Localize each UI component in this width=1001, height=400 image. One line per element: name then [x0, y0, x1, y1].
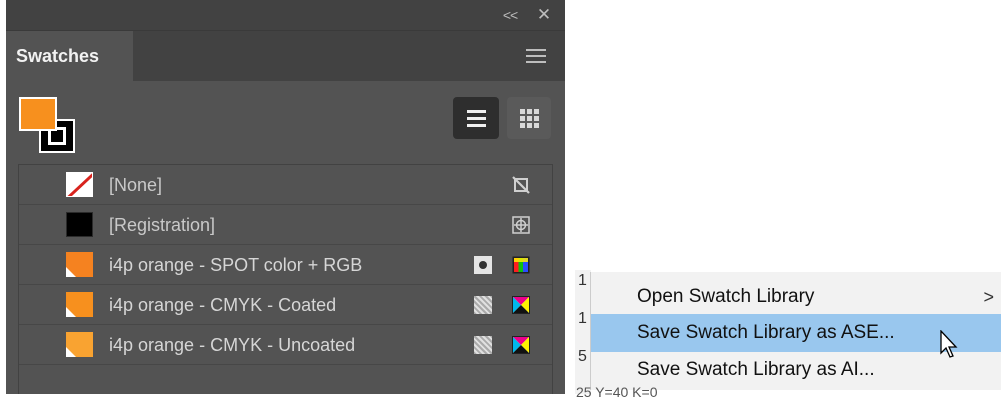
cmyk-mode-icon: [512, 336, 530, 354]
none-swatch-chip: [66, 172, 93, 197]
list-view-button[interactable]: [453, 97, 499, 139]
swatch-name: [None]: [109, 175, 163, 195]
swatch-row-cmyk-coated[interactable]: i4p orange - CMYK - Coated: [19, 285, 552, 325]
panel-title-bar: << ✕: [6, 0, 565, 31]
grid-view-button[interactable]: [507, 97, 551, 139]
no-edit-icon: [512, 176, 530, 194]
submenu-arrow-icon: >: [983, 287, 994, 307]
registration-swatch-chip: [66, 212, 93, 237]
edge-char: 1: [578, 272, 587, 289]
swatch-name: i4p orange - CMYK - Uncoated: [109, 335, 356, 355]
panel-menu-icon[interactable]: [526, 49, 546, 63]
background-text: 25 Y=40 K=0: [576, 384, 658, 400]
edge-char: 1: [578, 310, 587, 327]
panel-tab-strip: Swatches: [6, 31, 565, 81]
close-icon[interactable]: ✕: [534, 6, 554, 24]
swatch-name: i4p orange - SPOT color + RGB: [109, 255, 363, 275]
view-toggle: [453, 97, 551, 139]
fill-swatch[interactable]: [19, 97, 57, 131]
swatch-row-cmyk-uncoated[interactable]: i4p orange - CMYK - Uncoated: [19, 325, 552, 365]
swatch-list: [None] [Registration] i4p orange - SPOT …: [18, 164, 553, 394]
swatch-row-registration[interactable]: [Registration]: [19, 205, 552, 245]
edge-char: 5: [578, 348, 587, 365]
menu-item-label: Save Swatch Library as ASE...: [637, 322, 895, 343]
rgb-mode-icon: [512, 256, 530, 274]
orange-swatch-chip: [66, 332, 93, 357]
cmyk-mode-icon: [512, 296, 530, 314]
fill-stroke-proxy[interactable]: [19, 97, 81, 155]
menu-item-label: Open Swatch Library: [637, 286, 815, 307]
swatch-name: [Registration]: [109, 215, 216, 235]
menu-item-label: Save Swatch Library as AI...: [637, 359, 875, 380]
swatch-row-none[interactable]: [None]: [19, 165, 552, 205]
orange-swatch-chip: [66, 292, 93, 317]
orange-swatch-chip: [66, 252, 93, 277]
menu-item-open-swatch-library[interactable]: Open Swatch Library >: [591, 278, 1001, 316]
swatch-row-spot-rgb[interactable]: i4p orange - SPOT color + RGB: [19, 245, 552, 285]
swatches-panel: << ✕ Swatches [None] [Registration] i4p …: [6, 0, 565, 394]
process-color-icon: [474, 336, 492, 354]
process-color-icon: [474, 296, 492, 314]
mouse-cursor-icon: [940, 330, 958, 358]
registration-icon: [512, 216, 530, 234]
swatch-name: i4p orange - CMYK - Coated: [109, 295, 337, 315]
spot-color-icon: [474, 256, 492, 274]
tab-swatches[interactable]: Swatches: [6, 31, 133, 81]
collapse-icon[interactable]: <<: [500, 6, 520, 24]
